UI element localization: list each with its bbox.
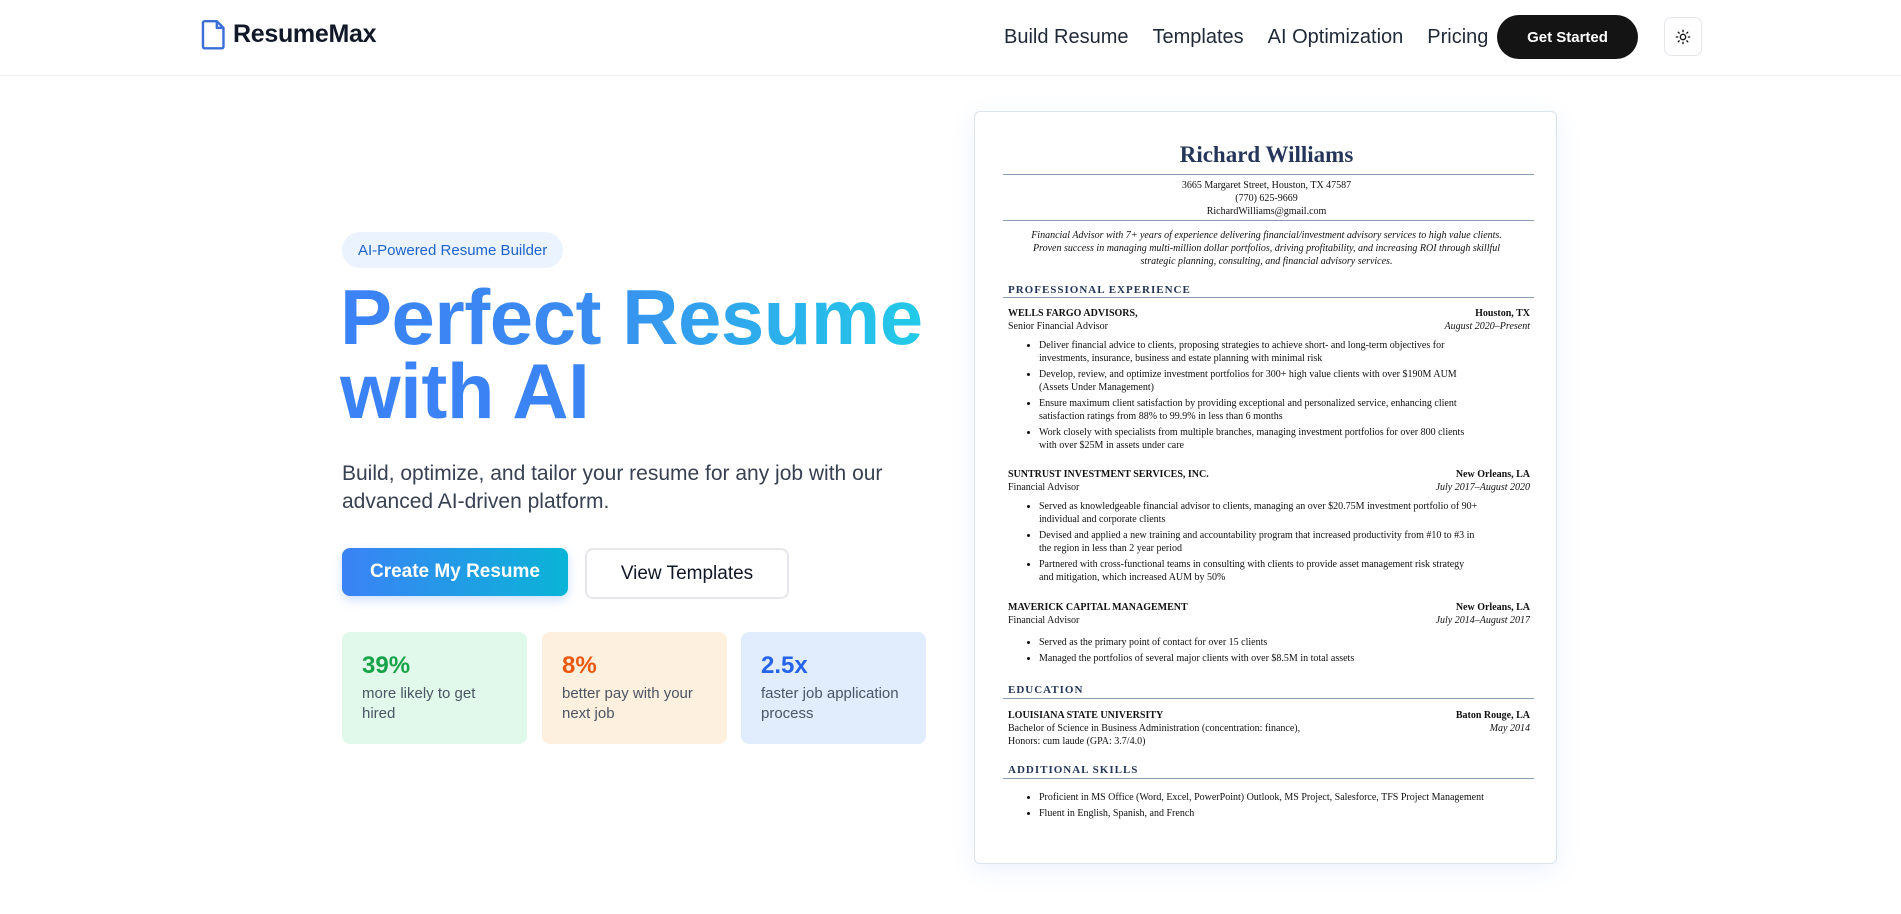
job-location: New Orleans, LA — [1455, 602, 1530, 613]
resume-job-3: MAVERICK CAPITAL MANAGEMENT New Orleans, … — [1008, 601, 1530, 668]
job-company: SUNTRUST INVESTMENT SERVICES, INC. — [1008, 469, 1209, 480]
job-bullets: Served as the primary point of contact f… — [1008, 636, 1478, 665]
resume-section-experience: PROFESSIONAL EXPERIENCE — [1008, 284, 1191, 296]
resume-divider — [1003, 220, 1534, 221]
job-title: Senior Financial Advisor — [1008, 321, 1108, 332]
ai-badge: AI-Powered Resume Builder — [342, 232, 564, 268]
edu-date: May 2014 — [1489, 723, 1530, 734]
job-bullet: Work closely with specialists from multi… — [1039, 426, 1478, 452]
job-dates: July 2017–August 2020 — [1435, 482, 1530, 493]
stat-card-speed: 2.5x faster job application process — [741, 632, 926, 744]
job-bullets: Served as knowledgeable financial adviso… — [1008, 500, 1478, 584]
stat-value: 2.5x — [761, 652, 808, 679]
resume-education: LOUISIANA STATE UNIVERSITY Baton Rouge, L… — [1008, 709, 1530, 748]
brand-name: ResumeMax — [233, 20, 377, 48]
stat-value: 39% — [362, 652, 411, 679]
skill-item: Fluent in English, Spanish, and French — [1039, 807, 1518, 820]
nav-link-ai-optimization[interactable]: AI Optimization — [1268, 24, 1404, 50]
resume-divider — [1003, 174, 1534, 175]
stat-card-pay: 8% better pay with your next job — [542, 632, 727, 744]
resume-divider — [1003, 698, 1534, 699]
resume-address: 3665 Margaret Street, Houston, TX 47587 — [1181, 180, 1352, 191]
job-company: MAVERICK CAPITAL MANAGEMENT — [1008, 602, 1188, 613]
job-bullet: Partnered with cross-functional teams in… — [1039, 558, 1478, 584]
nav-link-build-resume[interactable]: Build Resume — [1004, 24, 1129, 50]
resume-name: Richard Williams — [1179, 142, 1354, 167]
resume-section-education: EDUCATION — [1008, 684, 1084, 696]
hero-subtitle: Build, optimize, and tailor your resume … — [342, 462, 883, 513]
stat-card-hired: 39% more likely to get hired — [342, 632, 527, 744]
hero-title: Perfect Resume with AI — [340, 273, 923, 430]
resume-divider — [1003, 778, 1534, 779]
brand-logo[interactable]: ResumeMax — [200, 19, 377, 50]
top-navbar: ResumeMax Build Resume Templates AI Opti… — [0, 0, 1901, 76]
job-location: Houston, TX — [1475, 308, 1530, 319]
edu-degree: Bachelor of Science in Business Administ… — [1008, 723, 1301, 734]
job-bullets: Deliver financial advice to clients, pro… — [1008, 339, 1478, 452]
resume-preview: Richard Williams 3665 Margaret Street, H… — [974, 111, 1557, 864]
resume-skills: Proficient in MS Office (Word, Excel, Po… — [1008, 785, 1530, 823]
resume-job-1: WELLS FARGO ADVISORS, Houston, TX Senior … — [1008, 307, 1530, 455]
skills-bullets: Proficient in MS Office (Word, Excel, Po… — [1008, 791, 1518, 820]
resume-phone: (770) 625-9669 — [1235, 193, 1298, 204]
job-bullet: Managed the portfolios of several major … — [1039, 652, 1478, 665]
stat-label: more likely to get hired — [362, 685, 476, 722]
job-bullet: Devised and applied a new training and a… — [1039, 529, 1478, 555]
view-templates-button[interactable]: View Templates — [585, 548, 789, 599]
resume-contact: 3665 Margaret Street, Houston, TX 47587 … — [975, 179, 1558, 218]
nav-link-pricing[interactable]: Pricing — [1427, 24, 1488, 50]
stat-label: better pay with your next job — [562, 685, 693, 722]
stat-value: 8% — [562, 652, 597, 679]
resume-email: RichardWilliams@gmail.com — [1206, 206, 1327, 217]
job-title: Financial Advisor — [1008, 482, 1080, 493]
job-dates: August 2020–Present — [1444, 321, 1530, 332]
nav-link-templates[interactable]: Templates — [1153, 24, 1244, 50]
theme-toggle-button[interactable] — [1664, 17, 1702, 56]
create-resume-button[interactable]: Create My Resume — [342, 548, 568, 596]
document-icon — [201, 19, 225, 50]
hero-title-line1: Perfect Resume — [340, 273, 923, 361]
get-started-button[interactable]: Get Started — [1497, 15, 1638, 59]
resume-job-2: SUNTRUST INVESTMENT SERVICES, INC. New Or… — [1008, 468, 1530, 587]
job-location: New Orleans, LA — [1455, 469, 1530, 480]
job-bullet: Develop, review, and optimize investment… — [1039, 368, 1478, 394]
skill-item: Proficient in MS Office (Word, Excel, Po… — [1039, 791, 1518, 804]
stat-label: faster job application process — [761, 685, 899, 722]
nav-links: Build Resume Templates AI Optimization P… — [1004, 24, 1512, 50]
job-bullet: Ensure maximum client satisfaction by pr… — [1039, 397, 1478, 423]
job-company: WELLS FARGO ADVISORS, — [1008, 308, 1138, 319]
edu-school: LOUISIANA STATE UNIVERSITY — [1008, 710, 1164, 721]
sun-icon — [1675, 29, 1691, 44]
job-bullet: Deliver financial advice to clients, pro… — [1039, 339, 1478, 365]
resume-summary: Financial Advisor with 7+ years of exper… — [1031, 230, 1502, 267]
edu-honors: Honors: cum laude (GPA: 3.7/4.0) — [1008, 736, 1146, 747]
job-title: Financial Advisor — [1008, 615, 1080, 626]
resume-section-skills: ADDITIONAL SKILLS — [1008, 764, 1139, 776]
hero-title-line2: with AI — [340, 352, 923, 430]
job-bullet: Served as knowledgeable financial adviso… — [1039, 500, 1478, 526]
job-bullet: Served as the primary point of contact f… — [1039, 636, 1478, 649]
edu-location: Baton Rouge, LA — [1455, 710, 1530, 721]
job-dates: July 2014–August 2017 — [1435, 615, 1530, 626]
resume-divider — [1003, 297, 1534, 298]
